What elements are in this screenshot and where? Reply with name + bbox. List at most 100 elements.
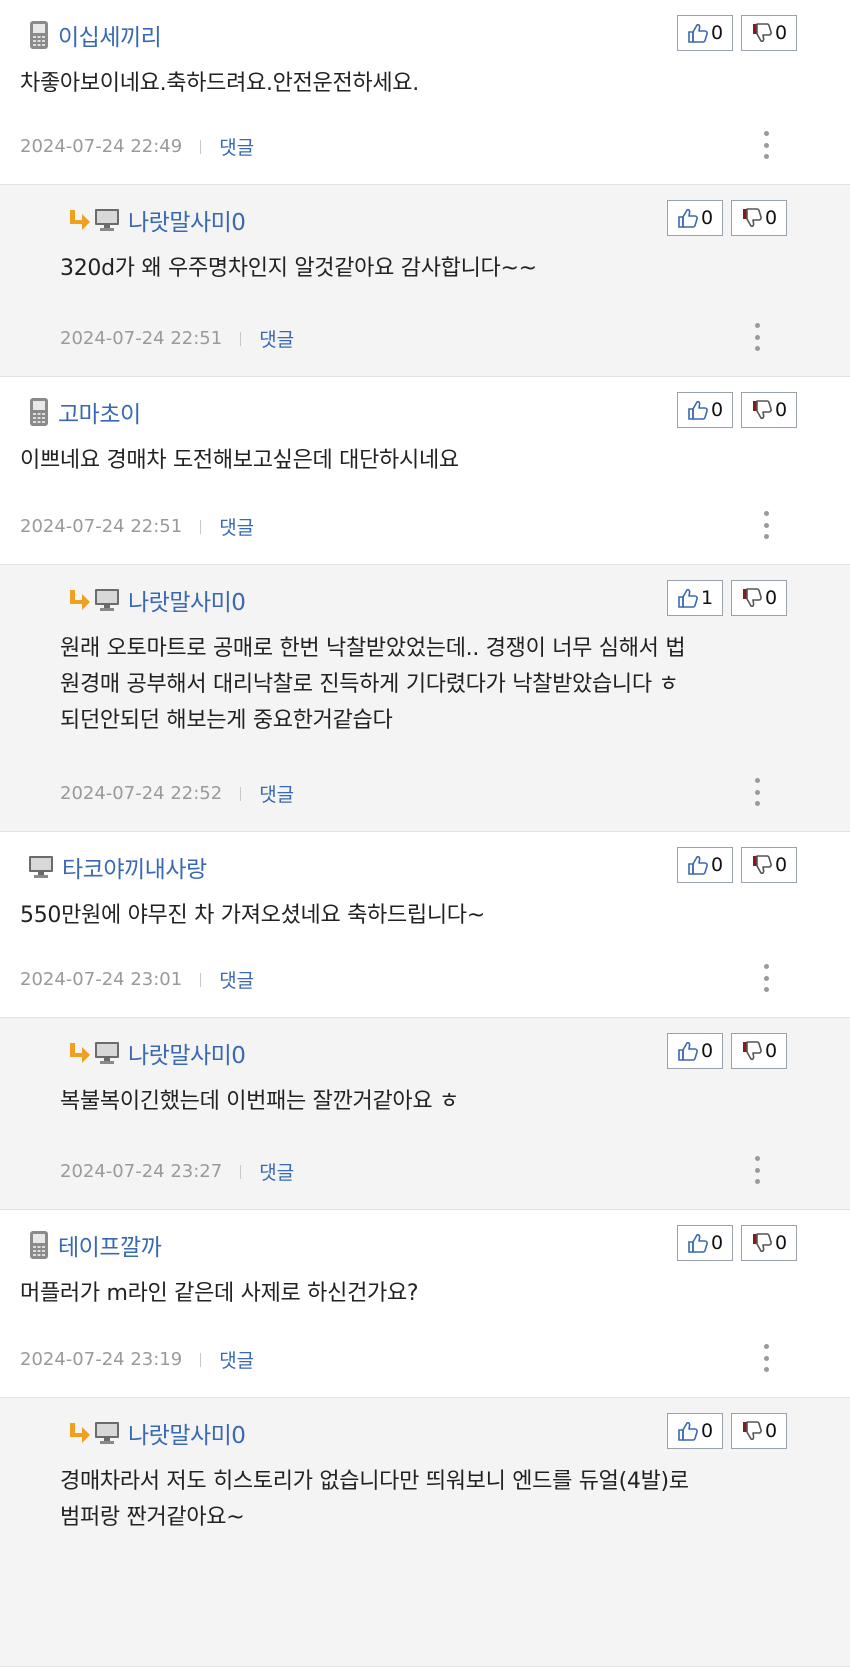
- thumbs-down-icon: [751, 399, 775, 421]
- reply-link[interactable]: 댓글: [259, 325, 294, 352]
- like-button[interactable]: 0: [677, 1225, 733, 1261]
- like-count: 0: [710, 22, 724, 44]
- reply-comment: 나랏말사미0 0 0 320d가 왜 우주명차인지 알것같아요 감사합니다~~ 2024…: [0, 185, 850, 377]
- like-button[interactable]: 0: [667, 200, 723, 236]
- reply-link[interactable]: 댓글: [259, 780, 294, 807]
- comment-header: 나랏말사미0: [66, 583, 246, 617]
- author-nickname[interactable]: 테이프깔까: [58, 1228, 162, 1262]
- monitor-icon: [94, 1421, 120, 1445]
- comment-header: 나랏말사미0: [66, 1416, 246, 1450]
- like-count: 0: [710, 1232, 724, 1254]
- thumbs-up-icon: [677, 1040, 701, 1062]
- reply-arrow-icon: [66, 1421, 92, 1445]
- comment-text: 머플러가 m라인 같은데 사제로 하신건가요?: [20, 1276, 419, 1312]
- author-nickname[interactable]: 타코야끼내사랑: [62, 850, 207, 884]
- like-count: 0: [700, 1420, 714, 1442]
- more-options-icon[interactable]: [761, 1344, 771, 1372]
- monitor-icon: [94, 588, 120, 612]
- reply-arrow-icon: [66, 1041, 92, 1065]
- vote-buttons: 00: [667, 1033, 787, 1069]
- dislike-count: 0: [764, 1040, 778, 1062]
- comment-meta: 2024-07-24 22:49 댓글: [20, 133, 254, 160]
- author-nickname[interactable]: 나랏말사미0: [128, 583, 246, 617]
- like-button[interactable]: 0: [667, 1413, 723, 1449]
- dislike-button[interactable]: 0: [741, 847, 797, 883]
- dislike-button[interactable]: 0: [731, 1413, 787, 1449]
- author-nickname[interactable]: 나랏말사미0: [128, 203, 246, 237]
- reply-link[interactable]: 댓글: [219, 513, 254, 540]
- dislike-button[interactable]: 0: [741, 15, 797, 51]
- comment-header: 테이프깔까: [28, 1228, 162, 1262]
- dislike-count: 0: [764, 207, 778, 229]
- thumbs-up-icon: [687, 854, 711, 876]
- more-options-icon[interactable]: [752, 323, 762, 351]
- like-button[interactable]: 0: [677, 392, 733, 428]
- author-nickname[interactable]: 나랏말사미0: [128, 1036, 246, 1070]
- like-button[interactable]: 0: [667, 1033, 723, 1069]
- phone-icon: [28, 1230, 50, 1260]
- comment-meta: 2024-07-24 22:52 댓글: [60, 780, 294, 807]
- comment-text-line: 범퍼랑 짠거같아요~: [60, 1505, 245, 1530]
- comment-text-line: 되던안되던 해보는게 중요한거같습다: [60, 708, 393, 733]
- vote-buttons: 00: [667, 200, 787, 236]
- comment-text: 복불복이긴했는데 이번패는 잘깐거같아요 ㅎ: [60, 1084, 459, 1120]
- comment-text-line: 320d가 왜 우주명차인지 알것같아요 감사합니다~~: [60, 256, 537, 281]
- reply-link[interactable]: 댓글: [219, 133, 254, 160]
- thumbs-up-icon: [687, 22, 711, 44]
- thumbs-down-icon: [741, 1420, 765, 1442]
- comment-text: 이쁘네요 경매차 도전해보고싶은데 대단하시네요: [20, 443, 459, 479]
- reply-comment: 나랏말사미0 0 0 복불복이긴했는데 이번패는 잘깐거같아요 ㅎ 2024-07-24…: [0, 1018, 850, 1210]
- like-count: 1: [700, 587, 714, 609]
- more-options-icon[interactable]: [761, 964, 771, 992]
- reply-link[interactable]: 댓글: [219, 1346, 254, 1373]
- author-nickname[interactable]: 이십세끼리: [58, 18, 162, 52]
- comment-meta: 2024-07-24 23:01 댓글: [20, 966, 254, 993]
- dislike-count: 0: [774, 22, 788, 44]
- timestamp: 2024-07-24 23:19: [20, 1349, 183, 1370]
- comment-text: 320d가 왜 우주명차인지 알것같아요 감사합니다~~: [60, 251, 537, 287]
- comment-meta: 2024-07-24 23:27 댓글: [60, 1158, 294, 1185]
- comment-text-line: 경매차라서 저도 히스토리가 없습니다만 띄워보니 엔드를 듀얼(4발)로: [60, 1469, 689, 1494]
- comment-text-line: 머플러가 m라인 같은데 사제로 하신건가요?: [20, 1281, 419, 1306]
- dislike-button[interactable]: 0: [731, 580, 787, 616]
- thumbs-up-icon: [687, 399, 711, 421]
- divider: [200, 1352, 202, 1367]
- comment: 고마초이 0 0 이쁘네요 경매차 도전해보고싶은데 대단하시네요 2024-07-24…: [0, 377, 850, 565]
- comment-header: 이십세끼리: [28, 18, 162, 52]
- dislike-button[interactable]: 0: [731, 1033, 787, 1069]
- dislike-button[interactable]: 0: [731, 200, 787, 236]
- reply-comment: 나랏말사미0 0 0 경매차라서 저도 히스토리가 없습니다만 띄워보니 엔드를 듀얼…: [0, 1398, 850, 1667]
- thumbs-down-icon: [741, 1040, 765, 1062]
- vote-buttons: 00: [677, 392, 797, 428]
- reply-link[interactable]: 댓글: [219, 966, 254, 993]
- divider: [200, 139, 202, 154]
- like-button[interactable]: 0: [677, 15, 733, 51]
- dislike-count: 0: [764, 1420, 778, 1442]
- more-options-icon[interactable]: [761, 511, 771, 539]
- monitor-icon: [94, 208, 120, 232]
- like-button[interactable]: 1: [667, 580, 723, 616]
- timestamp: 2024-07-24 22:49: [20, 136, 183, 157]
- thumbs-up-icon: [677, 587, 701, 609]
- dislike-button[interactable]: 0: [741, 392, 797, 428]
- author-nickname[interactable]: 나랏말사미0: [128, 1416, 246, 1450]
- more-options-icon[interactable]: [761, 131, 771, 159]
- vote-buttons: 00: [667, 1413, 787, 1449]
- author-nickname[interactable]: 고마초이: [58, 395, 141, 429]
- thumbs-up-icon: [687, 1232, 711, 1254]
- timestamp: 2024-07-24 22:51: [60, 328, 223, 349]
- reply-link[interactable]: 댓글: [259, 1158, 294, 1185]
- comment-header: 나랏말사미0: [66, 1036, 246, 1070]
- more-options-icon[interactable]: [752, 1156, 762, 1184]
- more-options-icon[interactable]: [752, 778, 762, 806]
- dislike-button[interactable]: 0: [741, 1225, 797, 1261]
- dislike-count: 0: [774, 1232, 788, 1254]
- thumbs-up-icon: [677, 207, 701, 229]
- like-button[interactable]: 0: [677, 847, 733, 883]
- thumbs-down-icon: [751, 854, 775, 876]
- like-count: 0: [700, 207, 714, 229]
- monitor-icon: [94, 1041, 120, 1065]
- comment: 테이프깔까 0 0 머플러가 m라인 같은데 사제로 하신건가요? 2024-07-24…: [0, 1210, 850, 1398]
- thumbs-down-icon: [741, 587, 765, 609]
- comment-list: 이십세끼리 0 0 차좋아보이네요.축하드려요.안전운전하세요. 2024-07-24 …: [0, 0, 850, 1667]
